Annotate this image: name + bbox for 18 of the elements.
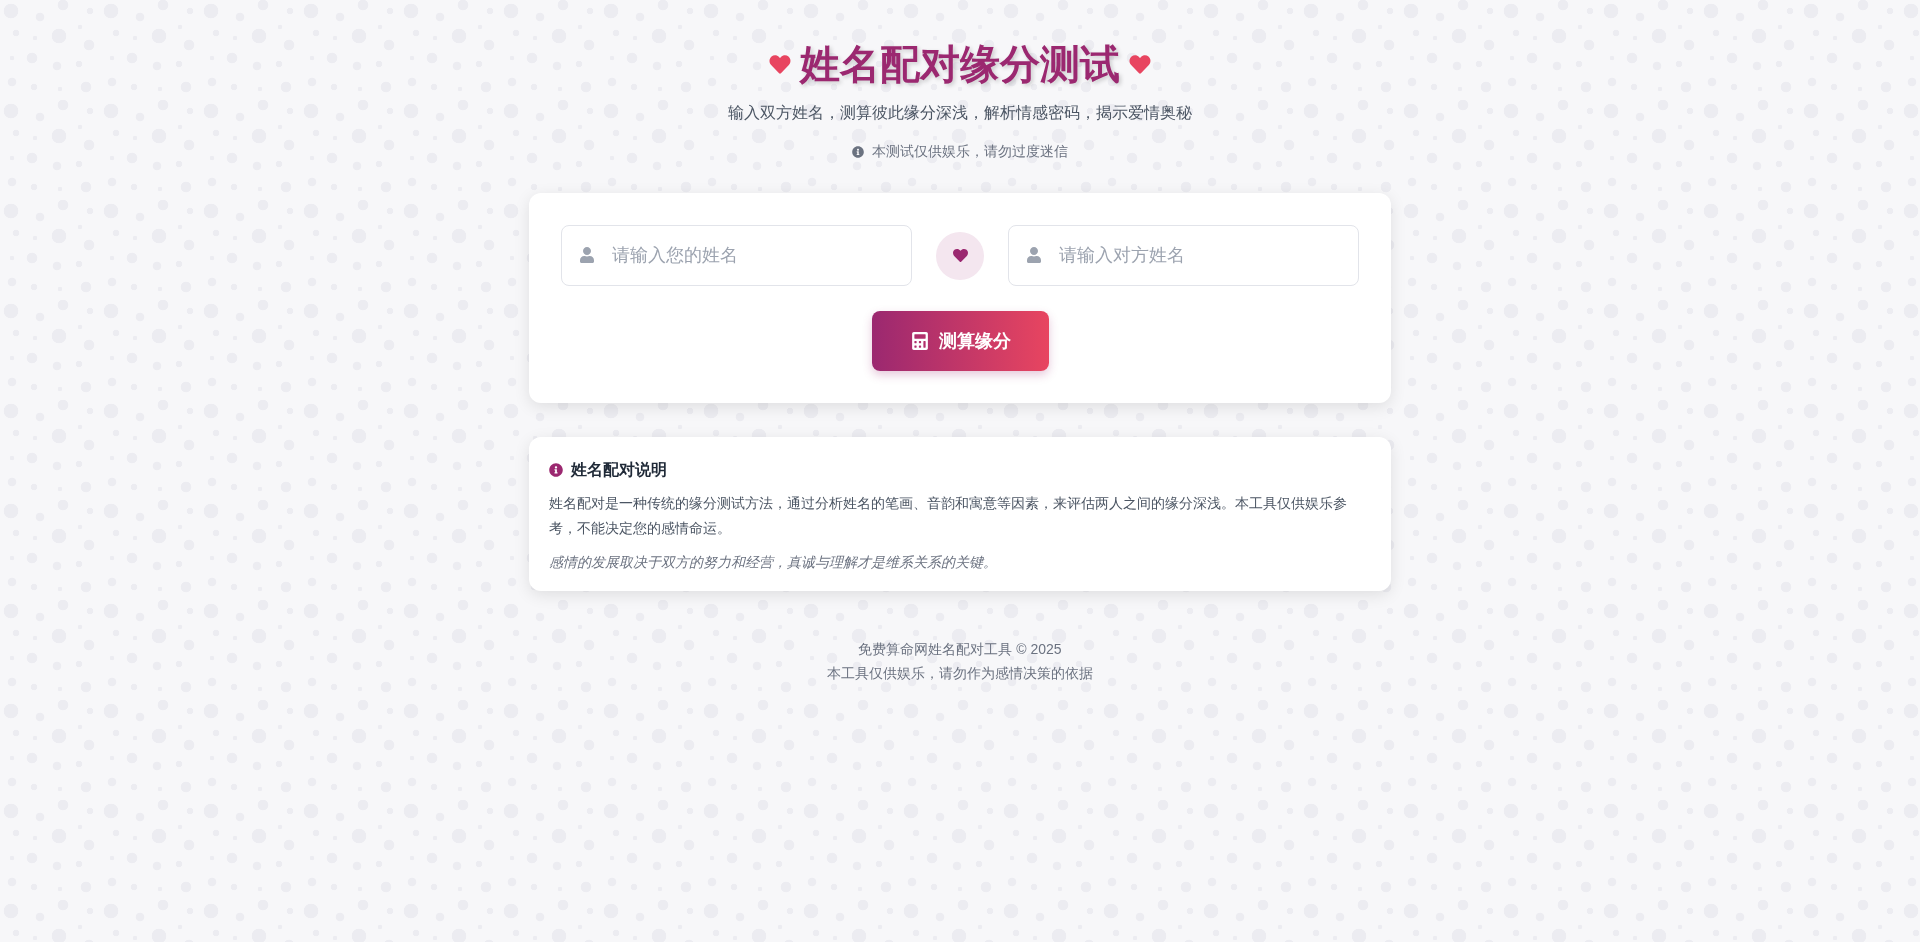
info-icon (549, 463, 563, 477)
page-title: 姓名配对缘分测试 (800, 41, 1120, 88)
disclaimer-text: 本测试仅供娱乐，请勿过度迷信 (872, 142, 1068, 161)
description-text: 姓名配对是一种传统的缘分测试方法，通过分析姓名的笔画、音韵和寓意等因素，来评估两人之间的缘分深浅。本工具仅供娱乐参考，不能决定您的感情命运。 (549, 494, 1348, 538)
calculator-icon (911, 332, 928, 350)
calculate-button[interactable]: 测算缘分 (871, 311, 1049, 371)
footer-text: 本工具仅供娱乐，请勿作为感情决策的依据 (827, 664, 1093, 683)
user-icon (1027, 247, 1041, 263)
info-icon (852, 145, 864, 158)
footer-text: 免费算命网姓名配对工具 © 2025 (858, 640, 1062, 659)
user-icon (580, 247, 594, 263)
heart-icon (1128, 53, 1152, 75)
name-input[interactable]: 请输入您的姓名 (561, 225, 912, 286)
name-input[interactable]: 请输入对方姓名 (1008, 225, 1359, 286)
quote-text: 感情的发展取决于双方的努力和经营，真诚与理解才是维系关系的关键。 (549, 553, 998, 572)
info-title: 姓名配对说明 (571, 460, 667, 480)
page-subtitle: 输入双方姓名，测算彼此缘分深浅，解析情感密码，揭示爱情奥秘 (728, 103, 1192, 123)
heart-icon (768, 53, 792, 75)
